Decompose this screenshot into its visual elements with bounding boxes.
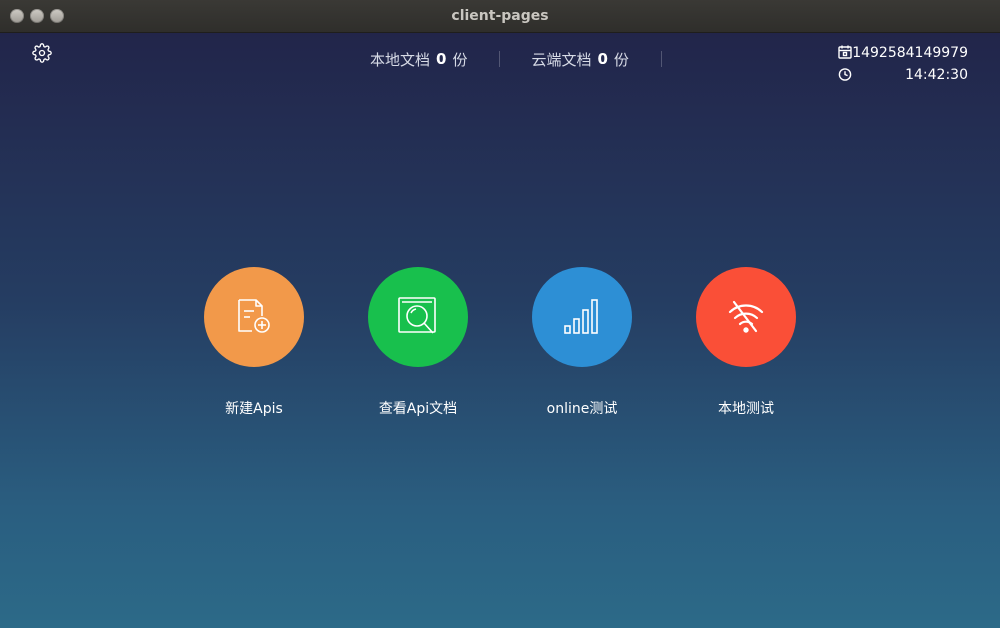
settings-button[interactable] (32, 43, 52, 63)
title-bar: client-pages (0, 0, 1000, 33)
view-api-docs-label[interactable]: 查看Api文档 (379, 398, 457, 418)
online-test-button[interactable]: online测试 (500, 267, 664, 418)
online-test-label[interactable]: online测试 (547, 398, 618, 418)
new-apis-circle[interactable] (204, 267, 304, 367)
search-document-icon (398, 297, 436, 334)
action-buttons: 新建Apis 查看Api文档 online测试 本地测试 (172, 267, 828, 418)
local-test-label[interactable]: 本地测试 (718, 398, 774, 418)
app-window: client-pages 本地文档 0 份 云端文档 0 份 149258414… (0, 0, 1000, 628)
cloud-docs-label: 云端文档 (531, 50, 592, 69)
new-apis-label[interactable]: 新建Apis (225, 398, 283, 418)
timestamp-panel: 1492584149979 14:42:30 (838, 44, 968, 88)
local-docs-label: 本地文档 (370, 50, 431, 69)
local-docs-count: 0 (436, 50, 447, 68)
timestamp-value: 1492584149979 (852, 45, 968, 61)
timestamp-row: 1492584149979 (838, 44, 968, 66)
cloud-docs-stat: 云端文档 0 份 (500, 50, 662, 69)
signal-bars-icon (564, 299, 598, 334)
main-content: 本地文档 0 份 云端文档 0 份 1492584149979 14:42:30… (0, 33, 1000, 628)
time-row: 14:42:30 (838, 66, 968, 88)
local-docs-stat: 本地文档 0 份 (339, 50, 501, 69)
wifi-off-icon (728, 300, 764, 333)
gear-icon (32, 43, 52, 63)
cloud-docs-count: 0 (597, 50, 608, 68)
online-test-circle[interactable] (532, 267, 632, 367)
view-api-docs-circle[interactable] (368, 267, 468, 367)
new-document-icon (238, 299, 270, 333)
local-test-circle[interactable] (696, 267, 796, 367)
calendar-icon (838, 45, 852, 59)
new-apis-button[interactable]: 新建Apis (172, 267, 336, 418)
local-docs-unit: 份 (452, 50, 468, 69)
window-title: client-pages (451, 8, 549, 24)
local-test-button[interactable]: 本地测试 (664, 267, 828, 418)
time-value: 14:42:30 (905, 67, 968, 83)
cloud-docs-unit: 份 (613, 50, 629, 69)
document-stats: 本地文档 0 份 云端文档 0 份 (339, 49, 662, 69)
view-api-docs-button[interactable]: 查看Api文档 (336, 267, 500, 418)
clock-icon (838, 68, 852, 81)
